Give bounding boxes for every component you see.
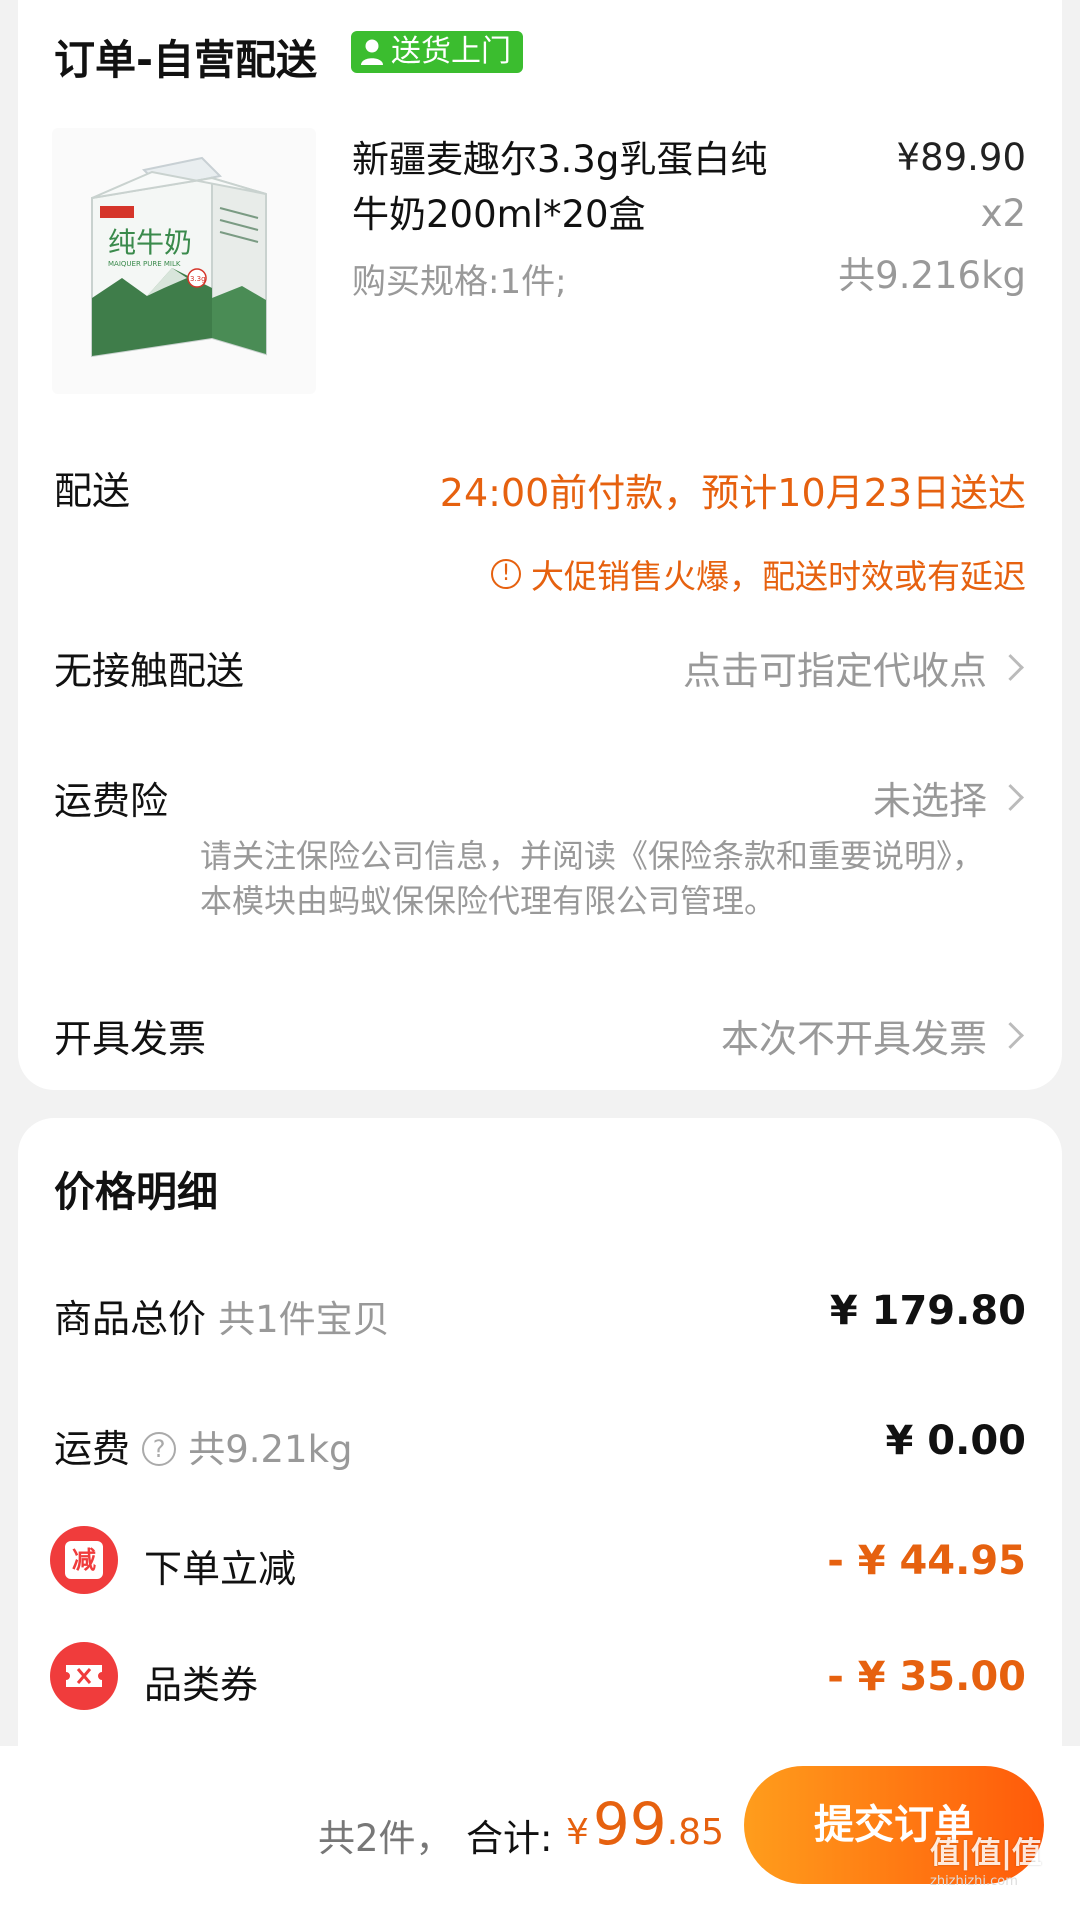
instant-discount-icon: 减 [50,1526,118,1594]
contactless-selector[interactable]: 点击可指定代收点 [683,640,1026,695]
watermark-logo: 值|值|值 [930,1836,1042,1871]
person-icon [359,38,385,66]
delivery-badge-label: 送货上门 [391,34,511,69]
order-title: 订单-自营配送 [54,36,318,84]
insurance-note[interactable]: 请关注保险公司信息，并阅读《保险条款和重要说明》，本模块由蚂蚁保保险代理有限公司… [200,834,1000,924]
box-sub-text: MAIQUER PURE MILK [108,260,181,268]
category-coupon-value: - ¥ 35.00 [827,1654,1026,1700]
contactless-value: 点击可指定代收点 [682,649,987,693]
delivery-warning-text: 大促销售火爆，配送时效或有延迟 [531,557,1026,596]
checkout-bar: 共2件， 合计: ¥ 99 .85 提交订单 值|值|值 zhizhizhi.c… [0,1746,1080,1908]
product-image[interactable]: 纯牛奶 MAIQUER PURE MILK 3.3g [52,128,316,394]
goods-total-count: 共1件宝贝 [218,1298,390,1341]
total-decimal: .85 [666,1812,724,1853]
instant-discount-value: - ¥ 44.95 [827,1538,1026,1584]
invoice-label: 开具发票 [54,1017,207,1061]
invoice-value: 本次不开具发票 [720,1017,987,1061]
invoice-selector[interactable]: 本次不开具发票 [721,1008,1026,1063]
item-count: 共2件， [318,1817,453,1860]
delivery-label: 配送 [54,469,131,513]
price-detail-title: 价格明细 [54,1168,218,1216]
product-price: ¥89.90 [896,136,1026,179]
watermark-url: zhizhizhi.com [930,1874,1018,1889]
warning-icon: ! [491,559,521,589]
delivery-eta: 24:00前付款，预计10月23日送达 [439,471,1026,515]
box-tag-text: 3.3g [190,275,206,283]
chevron-right-icon [997,654,1024,681]
total-amount: ¥ 99 .85 [566,1790,724,1858]
insurance-label: 运费险 [54,779,169,823]
instant-discount-label: 下单立减 [144,1547,297,1591]
goods-total-value: ¥ 179.80 [829,1288,1026,1334]
total-integer: 99 [592,1790,667,1858]
order-card: 订单-自营配送 送货上门 纯牛奶 MAIQUER PURE MILK 3.3g … [18,0,1062,1090]
delivery-warning: ! 大促销售火爆，配送时效或有延迟 [491,550,1026,598]
insurance-value: 未选择 [872,779,987,823]
discount-icon-text: 减 [65,1541,103,1579]
product-spec: 购买规格:1件; [352,262,567,302]
goods-total-row: 商品总价 共1件宝贝 [54,1288,390,1343]
shipping-row: 运费 ? 共9.21kg [54,1418,353,1473]
contactless-label: 无接触配送 [54,649,245,693]
category-coupon-label: 品类券 [144,1663,259,1707]
insurance-selector[interactable]: 未选择 [873,770,1026,825]
shipping-weight: 共9.21kg [188,1428,353,1471]
product-quantity: x2 [980,192,1026,235]
chevron-right-icon [997,1022,1024,1049]
product-name[interactable]: 新疆麦趣尔3.3g乳蛋白纯牛奶200ml*20盒 [352,132,792,242]
shipping-value: ¥ 0.00 [885,1418,1026,1464]
delivery-badge: 送货上门 [351,31,523,73]
box-brand-text: 纯牛奶 [108,226,192,259]
shipping-label: 运费 [54,1427,131,1471]
goods-total-label: 商品总价 [54,1297,207,1341]
help-icon[interactable]: ? [142,1431,177,1466]
total-label: 合计: [466,1817,553,1860]
chevron-right-icon [997,784,1024,811]
total-currency: ¥ [566,1812,589,1853]
ticket-icon [50,1642,118,1710]
product-weight: 共9.216kg [838,254,1026,297]
